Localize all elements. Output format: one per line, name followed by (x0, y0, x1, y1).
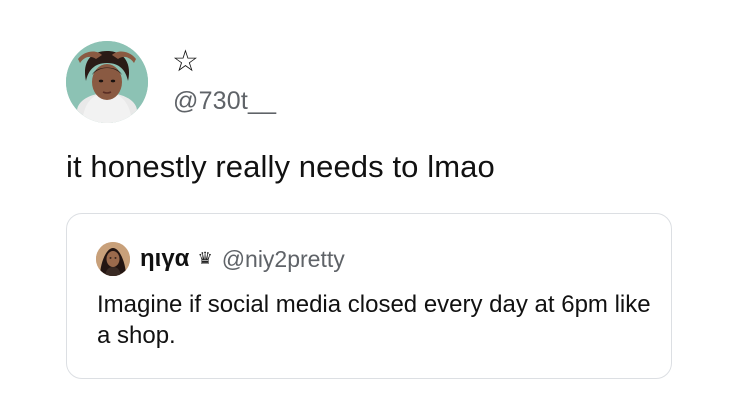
quoted-tweet-card[interactable]: ηιγα ♛ @niy2pretty Imagine if social med… (66, 213, 672, 379)
tweet-screenshot: ☆ @730t__ it honestly really needs to lm… (0, 0, 740, 420)
avatar-photo-icon (66, 41, 148, 123)
quoted-user-handle[interactable]: @niy2pretty (222, 244, 345, 274)
quoted-tweet-header: ηιγα ♛ @niy2pretty (96, 241, 345, 277)
quoted-display-name[interactable]: ηιγα (140, 244, 189, 274)
crown-icon: ♛ (197, 249, 213, 269)
quoted-user-avatar[interactable] (96, 242, 130, 276)
user-avatar[interactable] (66, 41, 148, 123)
tweet-text: it honestly really needs to lmao (66, 149, 495, 184)
quoted-tweet-text: Imagine if social media closed every day… (97, 291, 651, 349)
display-name[interactable]: ☆ (172, 45, 199, 79)
user-handle[interactable]: @730t__ (173, 86, 276, 116)
avatar-photo-icon (96, 242, 130, 276)
